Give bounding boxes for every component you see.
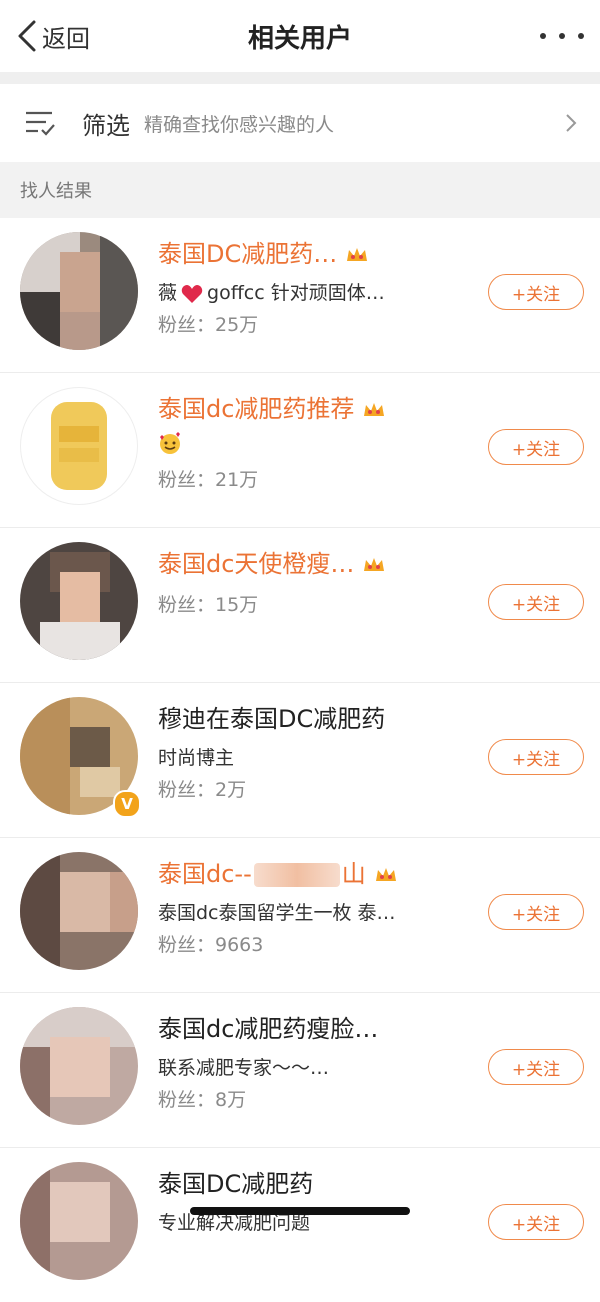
user-row[interactable]: 泰国DC减肥药… 薇 goffcc 针对顽固体… 粉丝：25万 +关注 [0,218,600,373]
follow-button[interactable]: +关注 [488,739,584,775]
user-row[interactable]: V 穆迪在泰国DC减肥药 时尚博主 粉丝：2万 +关注 [0,683,600,838]
blurred-name-region [253,863,340,887]
crown-icon [375,868,396,881]
home-indicator[interactable] [190,1207,410,1215]
fan-count: 粉丝：8万 [158,1089,247,1111]
avatar[interactable] [20,1007,138,1125]
user-row[interactable]: 泰国dc减肥药瘦脸… 联系减肥专家～～… 粉丝：8万 +关注 [0,993,600,1148]
follow-button[interactable]: +关注 [488,1204,584,1240]
user-name[interactable]: 泰国DC减肥药 [158,1164,313,1199]
user-name[interactable]: 泰国dc-- 山 [158,854,398,889]
filter-bar[interactable]: 筛选 精确查找你感兴趣的人 [0,84,600,162]
more-options-button[interactable] [540,26,584,46]
avatar[interactable] [20,387,138,505]
filter-hint: 精确查找你感兴趣的人 [144,113,335,136]
follow-button[interactable]: +关注 [488,894,584,930]
user-bio: 薇 goffcc 针对顽固体… [158,278,385,305]
dot-icon [559,33,565,39]
user-bio-prefix: 薇 [158,282,178,304]
user-name-text: 泰国dc减肥药推荐 [158,395,355,423]
filter-list-icon [26,111,55,136]
user-name[interactable]: 泰国DC减肥药… [158,234,369,269]
dot-icon [540,33,546,39]
crown-icon [364,558,385,571]
crown-icon [347,248,368,261]
follow-button[interactable]: +关注 [488,584,584,620]
follow-button[interactable]: +关注 [488,274,584,310]
user-name-prefix: 泰国dc-- [158,860,252,888]
fan-count: 粉丝：9663 [158,934,264,956]
avatar[interactable] [20,1162,138,1280]
divider [0,72,600,84]
page-title: 相关用户 [247,24,352,54]
section-header: 找人结果 [0,162,600,218]
user-name-text: 泰国DC减肥药… [158,240,338,268]
crown-icon [364,403,385,416]
fan-count: 粉丝：25万 [158,314,259,336]
dot-icon [578,33,584,39]
user-name[interactable]: 泰国dc减肥药瘦脸… [158,1009,378,1044]
follow-button[interactable]: +关注 [488,429,584,465]
user-bio: 联系减肥专家～～… [158,1057,330,1079]
user-name[interactable]: 泰国dc减肥药推荐 [158,389,386,424]
verified-badge: V [113,790,141,818]
fan-count: 粉丝：15万 [158,594,259,616]
user-row[interactable]: 泰国DC减肥药 专业解决减肥问题 +关注 [0,1148,600,1302]
smiling-face-with-hearts-icon [160,432,180,454]
avatar[interactable] [20,852,138,970]
avatar[interactable] [20,542,138,660]
heart-icon [181,284,203,303]
filter-title: 筛选 [82,111,130,140]
user-name-text: 泰国dc天使橙瘦… [158,550,355,578]
user-bio: 泰国dc泰国留学生一枚 泰… [158,902,396,924]
user-row[interactable]: 泰国dc减肥药推荐 粉丝：21万 +关注 [0,373,600,528]
avatar[interactable] [20,232,138,350]
follow-button[interactable]: +关注 [488,1049,584,1085]
user-bio [158,431,182,455]
fan-count: 粉丝：21万 [158,469,259,491]
user-bio: 时尚博主 [158,747,235,769]
user-name[interactable]: 泰国dc天使橙瘦… [158,544,386,579]
fan-count: 粉丝：2万 [158,779,247,801]
user-row[interactable]: 泰国dc天使橙瘦… 粉丝：15万 +关注 [0,528,600,683]
user-row[interactable]: 泰国dc-- 山 泰国dc泰国留学生一枚 泰… 粉丝：9663 +关注 [0,838,600,993]
user-name[interactable]: 穆迪在泰国DC减肥药 [158,699,385,734]
chevron-right-icon [566,114,577,132]
user-bio-text: goffcc 针对顽固体… [207,282,385,304]
user-name-suffix: 山 [341,860,366,888]
top-nav-bar: 返回 相关用户 [0,0,600,72]
